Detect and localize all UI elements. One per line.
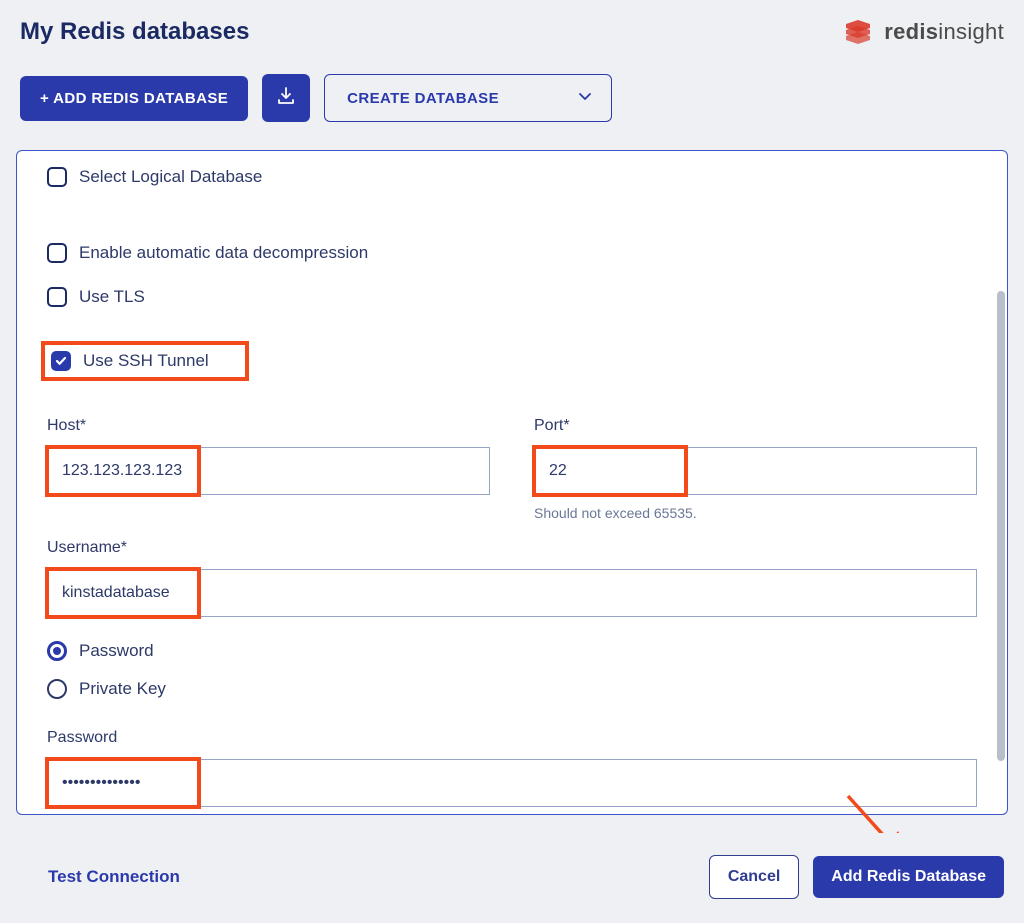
create-database-dropdown[interactable]: CREATE DATABASE [324,74,612,122]
checkbox-unchecked-icon[interactable] [47,243,67,263]
footer: Test Connection Cancel Add Redis Databas… [0,833,1024,923]
download-icon [276,86,296,110]
checkbox-checked-icon[interactable] [51,351,71,371]
field-username: Username* [47,539,977,617]
header: My Redis databases redisinsight [14,18,1010,46]
brand-logo: redisinsight [846,18,1004,46]
radio-password[interactable]: Password [47,641,977,661]
password-input[interactable] [47,759,977,807]
toolbar: + ADD REDIS DATABASE CREATE DATABASE [14,74,1010,122]
ssh-form: Host* Port* Should not exceed 65535. Use… [47,417,977,807]
brand-text: redisinsight [884,19,1004,45]
option-label: Use TLS [79,287,145,307]
cancel-button[interactable]: Cancel [709,855,799,899]
field-label: Port* [534,417,977,435]
radio-unselected-icon [47,679,67,699]
option-select-logical[interactable]: Select Logical Database [47,167,977,187]
add-redis-database-button[interactable]: + ADD REDIS DATABASE [20,76,248,121]
field-label: Host* [47,417,490,435]
scrollbar-track[interactable] [997,173,1005,792]
scrollbar-thumb[interactable] [997,291,1005,761]
field-label: Username* [47,539,977,557]
checkbox-unchecked-icon[interactable] [47,287,67,307]
auth-method-radio-group: Password Private Key [47,641,977,699]
radio-private-key[interactable]: Private Key [47,679,977,699]
host-input[interactable] [47,447,490,495]
import-button[interactable] [262,74,310,122]
page-title: My Redis databases [20,18,249,46]
chevron-down-icon [577,88,593,108]
field-password: Password [47,729,977,807]
option-label: Select Logical Database [79,167,262,187]
add-redis-database-submit-button[interactable]: Add Redis Database [813,856,1004,898]
port-input[interactable] [534,447,977,495]
option-label: Use SSH Tunnel [83,351,209,371]
radio-label: Private Key [79,679,166,699]
form-card: Select Logical Database Enable automatic… [16,150,1008,815]
redis-logo-icon [846,18,876,46]
option-label: Enable automatic data decompression [79,243,368,263]
field-host: Host* [47,417,490,521]
username-input[interactable] [47,569,977,617]
create-database-label: CREATE DATABASE [347,90,499,107]
option-use-ssh-tunnel[interactable]: Use SSH Tunnel [51,351,209,371]
field-help: Should not exceed 65535. [534,505,977,521]
checkbox-unchecked-icon[interactable] [47,167,67,187]
field-port: Port* Should not exceed 65535. [534,417,977,521]
option-use-tls[interactable]: Use TLS [47,287,977,307]
radio-label: Password [79,641,154,661]
field-label: Password [47,729,977,747]
option-auto-decompress[interactable]: Enable automatic data decompression [47,243,977,263]
radio-selected-icon [47,641,67,661]
test-connection-link[interactable]: Test Connection [48,867,180,887]
